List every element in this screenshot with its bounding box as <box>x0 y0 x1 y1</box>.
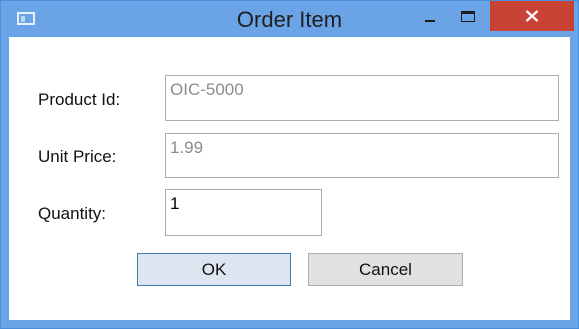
close-button[interactable] <box>490 1 574 31</box>
order-item-window: Order Item Product Id: OIC-5000 Unit Pri… <box>0 0 579 329</box>
dialog-content: Product Id: OIC-5000 Unit Price: 1.99 Qu… <box>9 37 570 320</box>
maximize-button[interactable] <box>449 3 491 33</box>
product-id-label: Product Id: <box>38 90 121 109</box>
maximize-icon <box>461 11 475 22</box>
quantity-label: Quantity: <box>38 204 107 223</box>
title-bar[interactable]: Order Item <box>1 1 578 37</box>
product-id-field[interactable]: OIC-5000 <box>165 75 559 121</box>
minimize-icon <box>425 20 435 22</box>
quantity-field[interactable]: 1 <box>165 189 322 236</box>
close-icon <box>525 10 539 22</box>
unit-price-field[interactable]: 1.99 <box>165 133 559 178</box>
unit-price-label: Unit Price: <box>38 147 117 166</box>
cancel-button[interactable]: Cancel <box>308 253 463 286</box>
minimize-button[interactable] <box>409 3 451 33</box>
ok-button[interactable]: OK <box>137 253 291 286</box>
